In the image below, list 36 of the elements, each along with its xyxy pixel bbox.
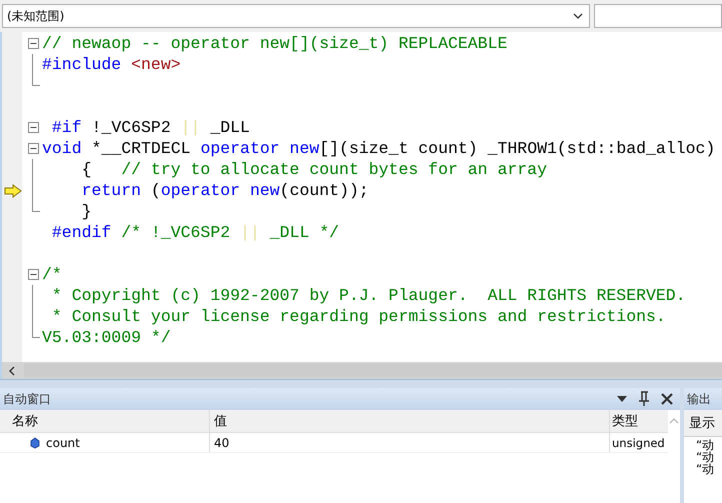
variable-type: unsigned [611, 434, 666, 452]
panel-title: 输出 [687, 390, 711, 408]
dropdown-icon[interactable] [616, 395, 628, 403]
output-line: “动 [696, 451, 716, 463]
code-line: return (operator new(count)); [80, 180, 369, 201]
pin-icon[interactable] [638, 391, 650, 407]
panel-title: 自动窗口 [3, 390, 51, 408]
caret-icon [573, 13, 583, 19]
variable-name: count [46, 436, 80, 450]
code-line: { // try to allocate count bytes for an array [80, 159, 547, 180]
variable-value: 40 [210, 433, 610, 452]
column-header[interactable]: 名称 [8, 410, 210, 432]
collapse-icon[interactable] [28, 269, 38, 280]
code-line: #if !_VC6SP2 || _DLL [50, 117, 250, 138]
column-header[interactable]: 值 [210, 410, 610, 432]
code-line: void *__CRTDECL operator new[](size_t count) _THROW1(std::bad_alloc) [42, 138, 716, 159]
collapse-icon[interactable] [28, 38, 38, 49]
code-line: #endif /* !_VC6SP2 || _DLL */ [50, 222, 340, 243]
code-line: } [80, 201, 92, 222]
output-source-label: 显示 [684, 410, 722, 437]
code-line: // newaop -- operator new[](size_t) REPLACEABLE [42, 33, 508, 54]
code-line: V5.03:0009 */ [42, 327, 171, 348]
close-icon[interactable] [660, 392, 674, 406]
code-line: /* [42, 264, 62, 285]
output-line: “动 [696, 439, 716, 451]
collapse-icon[interactable] [28, 143, 38, 154]
scope-dropdown[interactable]: (未知范围) [2, 4, 590, 28]
variable-icon [30, 436, 40, 448]
output-line: “动 [696, 463, 716, 475]
code-line: * Consult your license regarding permissions and restrictions. [50, 306, 666, 327]
scroll-left-icon[interactable] [8, 366, 16, 376]
collapse-icon[interactable] [28, 122, 38, 133]
code-line: #include <new> [42, 54, 181, 75]
code-line: * Copyright (c) 1992-2007 by P.J. Plauger. ALL RIGHTS RESERVED. [50, 285, 686, 306]
horizontal-scrollbar[interactable] [0, 362, 722, 379]
column-header[interactable]: 类型 [610, 410, 668, 432]
